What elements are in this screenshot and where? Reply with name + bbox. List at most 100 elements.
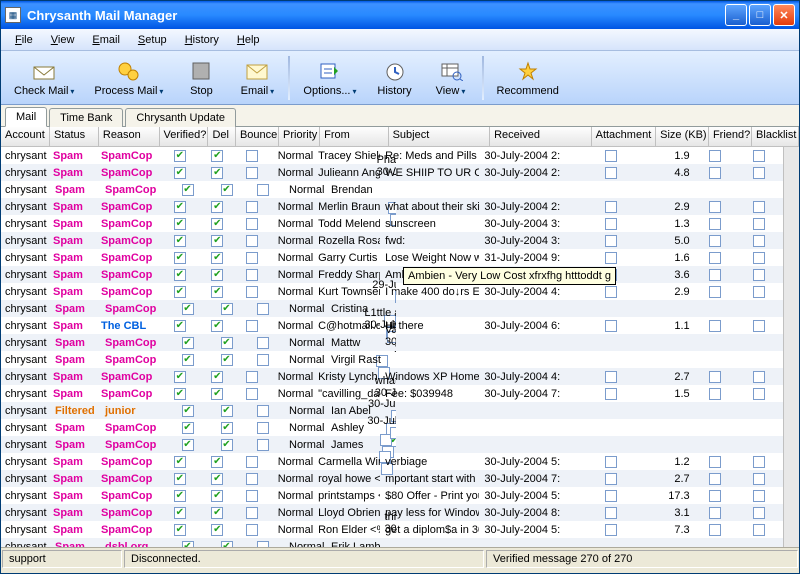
- checkbox-icon[interactable]: ✔: [182, 541, 194, 548]
- column-header[interactable]: Bounce: [236, 127, 279, 146]
- toolbar-email[interactable]: Email▾: [230, 53, 284, 103]
- table-row[interactable]: chrysantSpamSpamCop✔✔NormalTodd Melendes…: [1, 215, 783, 232]
- checkbox-icon[interactable]: [246, 201, 258, 213]
- checkbox-icon[interactable]: ✔: [221, 405, 233, 417]
- column-header[interactable]: Attachment: [592, 127, 657, 146]
- checkbox-icon[interactable]: [753, 456, 765, 468]
- checkbox-icon[interactable]: [246, 150, 258, 162]
- checkbox-icon[interactable]: [246, 473, 258, 485]
- checkbox-icon[interactable]: ✔: [174, 524, 186, 536]
- checkbox-icon[interactable]: ✔: [211, 150, 223, 162]
- checkbox-icon[interactable]: ✔: [174, 150, 186, 162]
- checkbox-icon[interactable]: ✔: [182, 439, 194, 451]
- checkbox-icon[interactable]: [257, 405, 269, 417]
- checkbox-icon[interactable]: ✔: [211, 167, 223, 179]
- checkbox-icon[interactable]: ✔: [174, 490, 186, 502]
- checkbox-icon[interactable]: ✔: [211, 388, 223, 400]
- column-header[interactable]: Friend?: [709, 127, 752, 146]
- checkbox-icon[interactable]: ✔: [211, 201, 223, 213]
- column-header[interactable]: Received: [490, 127, 592, 146]
- menu-setup[interactable]: Setup: [130, 32, 175, 48]
- checkbox-icon[interactable]: [246, 286, 258, 298]
- table-row[interactable]: chrysantSpamSpamCop✔✔NormalMerlin Braun …: [1, 198, 783, 215]
- checkbox-icon[interactable]: [246, 456, 258, 468]
- menu-history[interactable]: History: [177, 32, 227, 48]
- checkbox-icon[interactable]: [246, 320, 258, 332]
- menu-help[interactable]: Help: [229, 32, 268, 48]
- checkbox-icon[interactable]: [753, 371, 765, 383]
- checkbox-icon[interactable]: [605, 201, 617, 213]
- checkbox-icon[interactable]: ✔: [174, 252, 186, 264]
- checkbox-icon[interactable]: [709, 490, 721, 502]
- tab-time-bank[interactable]: Time Bank: [49, 108, 123, 127]
- toolbar-check-mail[interactable]: Check Mail▾: [5, 53, 83, 103]
- table-row[interactable]: chrysantSpamSpamCop✔✔NormalRozella Rosar…: [1, 232, 783, 249]
- checkbox-icon[interactable]: ✔: [211, 524, 223, 536]
- checkbox-icon[interactable]: [709, 286, 721, 298]
- checkbox-icon[interactable]: [605, 235, 617, 247]
- toolbar-stop[interactable]: Stop: [174, 53, 228, 103]
- checkbox-icon[interactable]: ✔: [221, 422, 233, 434]
- toolbar-view[interactable]: View▾: [424, 53, 478, 103]
- checkbox-icon[interactable]: ✔: [221, 303, 233, 315]
- checkbox-icon[interactable]: ✔: [174, 388, 186, 400]
- column-header[interactable]: From: [320, 127, 388, 146]
- checkbox-icon[interactable]: [605, 490, 617, 502]
- checkbox-icon[interactable]: [605, 388, 617, 400]
- maximize-button[interactable]: □: [749, 4, 771, 26]
- tab-mail[interactable]: Mail: [5, 107, 47, 127]
- checkbox-icon[interactable]: [246, 388, 258, 400]
- toolbar-process-mail[interactable]: Process Mail▾: [85, 53, 172, 103]
- checkbox-icon[interactable]: [246, 235, 258, 247]
- menu-email[interactable]: Email: [84, 32, 128, 48]
- checkbox-icon[interactable]: [605, 150, 617, 162]
- checkbox-icon[interactable]: ✔: [211, 371, 223, 383]
- checkbox-icon[interactable]: [753, 388, 765, 400]
- checkbox-icon[interactable]: ✔: [221, 439, 233, 451]
- checkbox-icon[interactable]: [246, 507, 258, 519]
- column-header[interactable]: Reason: [99, 127, 160, 146]
- checkbox-icon[interactable]: ✔: [182, 405, 194, 417]
- checkbox-icon[interactable]: [753, 507, 765, 519]
- column-header[interactable]: Account: [1, 127, 50, 146]
- checkbox-icon[interactable]: [257, 439, 269, 451]
- checkbox-icon[interactable]: [605, 524, 617, 536]
- table-row[interactable]: chrysantSpamSpamCop✔✔NormalBrendan Pharm…: [1, 181, 783, 198]
- checkbox-icon[interactable]: [605, 473, 617, 485]
- checkbox-icon[interactable]: [753, 269, 765, 281]
- table-row[interactable]: chrysantSpamSpamCop✔✔Normalroyal howe <m…: [1, 470, 783, 487]
- checkbox-icon[interactable]: [709, 167, 721, 179]
- checkbox-icon[interactable]: [605, 218, 617, 230]
- checkbox-icon[interactable]: ✔: [174, 269, 186, 281]
- checkbox-icon[interactable]: [605, 167, 617, 179]
- tab-chrysanth-update[interactable]: Chrysanth Update: [125, 108, 236, 127]
- checkbox-icon[interactable]: [605, 456, 617, 468]
- checkbox-icon[interactable]: [709, 201, 721, 213]
- checkbox-icon[interactable]: ✔: [211, 490, 223, 502]
- checkbox-icon[interactable]: [605, 507, 617, 519]
- toolbar-recommend[interactable]: Recommend: [488, 53, 568, 103]
- checkbox-icon[interactable]: [709, 456, 721, 468]
- checkbox-icon[interactable]: ✔: [221, 354, 233, 366]
- checkbox-icon[interactable]: [753, 150, 765, 162]
- checkbox-icon[interactable]: [709, 150, 721, 162]
- checkbox-icon[interactable]: [709, 235, 721, 247]
- table-row[interactable]: chrysantSpamSpamCop✔✔NormalGarry Curtis …: [1, 249, 783, 266]
- checkbox-icon[interactable]: ✔: [174, 473, 186, 485]
- checkbox-icon[interactable]: ✔: [182, 422, 194, 434]
- checkbox-icon[interactable]: ✔: [182, 184, 194, 196]
- table-row[interactable]: chrysantSpamSpamCop✔✔Normalprintstamps <…: [1, 487, 783, 504]
- checkbox-icon[interactable]: [605, 286, 617, 298]
- checkbox-icon[interactable]: [246, 371, 258, 383]
- checkbox-icon[interactable]: ✔: [221, 337, 233, 349]
- checkbox-icon[interactable]: ✔: [174, 218, 186, 230]
- checkbox-icon[interactable]: [709, 524, 721, 536]
- checkbox-icon[interactable]: [753, 473, 765, 485]
- menu-file[interactable]: File: [7, 32, 41, 48]
- checkbox-icon[interactable]: [709, 218, 721, 230]
- table-row[interactable]: chrysantSpamSpamCop✔✔NormalVirgil Rast V…: [1, 351, 783, 368]
- checkbox-icon[interactable]: ✔: [211, 269, 223, 281]
- checkbox-icon[interactable]: ✔: [174, 456, 186, 468]
- column-header[interactable]: Verified?: [160, 127, 209, 146]
- checkbox-icon[interactable]: ✔: [221, 541, 233, 548]
